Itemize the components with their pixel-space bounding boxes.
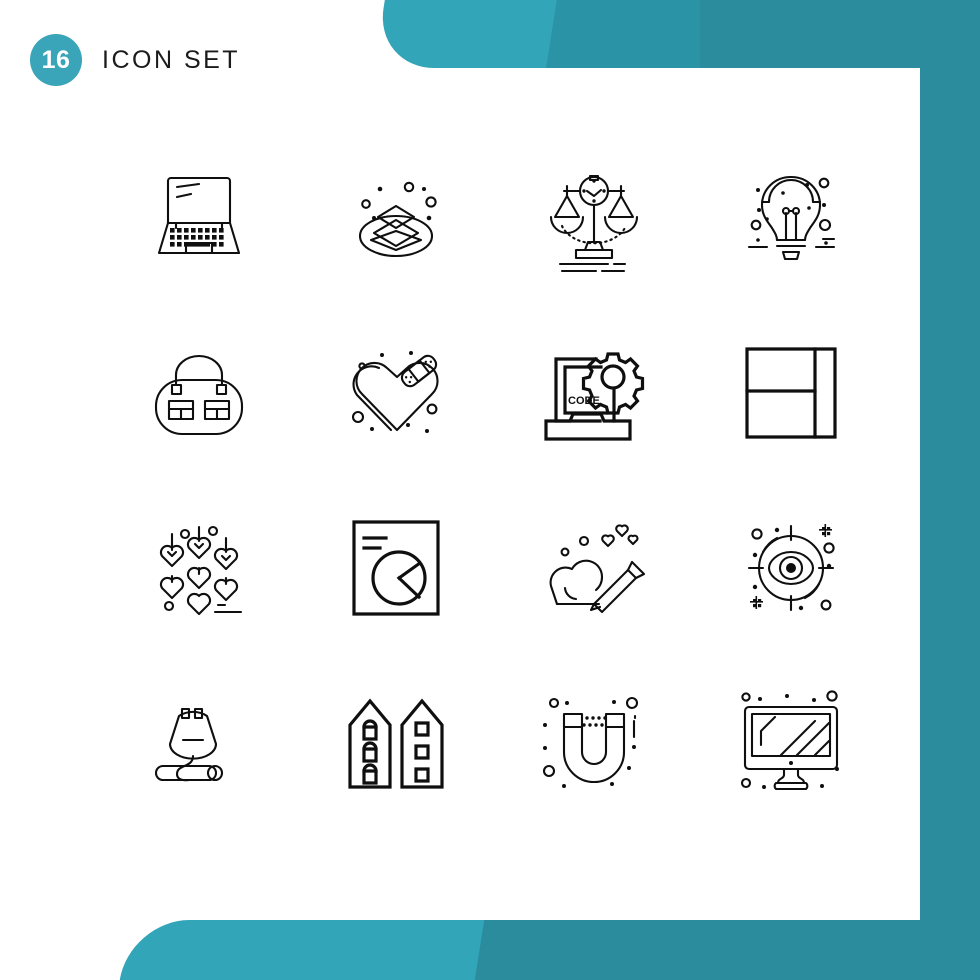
page-title: Icon Set <box>102 45 241 74</box>
heart-bandage-icon <box>336 350 456 433</box>
pie-chart-report-icon <box>336 508 456 628</box>
icon-cell-code-settings[interactable]: CODE <box>495 305 693 480</box>
decor-band-bottom-light <box>115 920 690 980</box>
monitor-icon <box>731 683 840 803</box>
icon-cell-buildings[interactable] <box>298 655 496 830</box>
poster-header: 16 Icon Set <box>30 34 240 86</box>
decor-band-top-light <box>374 0 808 68</box>
icon-cell-power-plug[interactable] <box>100 655 298 830</box>
balance-scale-clock-icon <box>534 158 654 278</box>
layout-grid-icon <box>731 333 851 453</box>
icon-cell-laptop[interactable] <box>100 130 298 305</box>
icon-cell-layout[interactable] <box>693 305 891 480</box>
icon-cell-lightbulb[interactable] <box>693 130 891 305</box>
svg-text:CODE: CODE <box>568 395 600 407</box>
icon-cell-balance-scale[interactable] <box>495 130 693 305</box>
icon-cell-monitor[interactable] <box>693 655 891 830</box>
eye-target-icon <box>731 523 851 628</box>
layers-stack-icon <box>336 158 456 278</box>
icon-cell-pie-chart[interactable] <box>298 480 496 655</box>
icon-set-poster: 16 Icon Set <box>0 0 980 980</box>
decor-band-top-dark <box>700 0 980 68</box>
icon-cell-eye-target[interactable] <box>693 480 891 655</box>
icon-grid: CODE <box>100 130 890 830</box>
power-plug-icon <box>139 683 259 803</box>
laptop-icon <box>139 158 259 278</box>
decor-band-bottom-mid <box>470 920 980 980</box>
icon-cell-magnet[interactable] <box>495 655 693 830</box>
magnet-icon <box>534 683 654 788</box>
decor-band-right <box>920 0 980 980</box>
lightbulb-icon <box>731 158 851 278</box>
icon-cell-layers[interactable] <box>298 130 496 305</box>
hanging-hearts-icon <box>139 508 259 628</box>
icon-count-badge: 16 <box>30 34 82 86</box>
heart-pencil-icon <box>534 508 654 628</box>
icon-cell-heart-pencil[interactable] <box>495 480 693 655</box>
buildings-icon <box>336 683 456 803</box>
handbag-icon <box>139 333 259 453</box>
decor-band-bottom-dark <box>620 920 980 980</box>
code-gear-laptop-icon: CODE <box>534 333 654 453</box>
icon-cell-hanging-hearts[interactable] <box>100 480 298 655</box>
icon-cell-heart-bandage[interactable] <box>298 305 496 480</box>
decor-band-top-mid <box>546 0 860 68</box>
icon-cell-handbag[interactable] <box>100 305 298 480</box>
